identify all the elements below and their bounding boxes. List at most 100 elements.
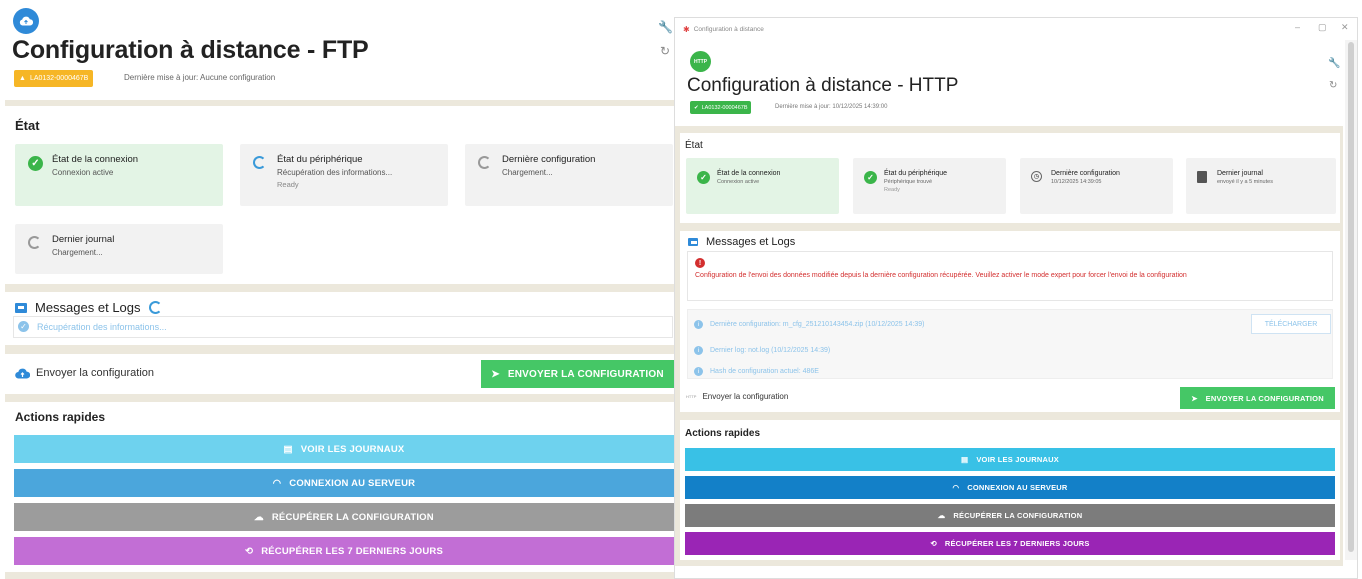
tile-extra: Ready	[884, 187, 900, 193]
device-chip: ▲ LA0132-0000467B	[14, 70, 94, 87]
etat-title: État	[685, 140, 703, 151]
info-row: ✓ Récupération des informations...	[18, 321, 167, 332]
info-text: Hash de configuration actuel: 486E	[710, 368, 819, 375]
tile-title: Dernier journal	[1217, 170, 1263, 177]
window-title: Configuration à distance	[693, 25, 764, 33]
tile-device-status: ✓ État du périphérique Périphérique trou…	[853, 158, 1006, 214]
send-icon: ➤	[491, 368, 500, 380]
document-icon: ▤	[961, 455, 969, 464]
http-mini-badge: HTTP	[686, 394, 697, 399]
fetch-config-button[interactable]: ☁ RÉCUPÉRER LA CONFIGURATION	[685, 504, 1335, 527]
ftp-panel: Configuration à distance - FTP ▲ LA0132-…	[0, 0, 682, 579]
quick-actions-section: Actions rapides ▤ VOIR LES JOURNAUX ◠ CO…	[5, 402, 679, 572]
tile-title: État du périphérique	[884, 170, 948, 177]
tile-last-log: Dernier journal Chargement...	[15, 224, 223, 274]
button-label: VOIR LES JOURNAUX	[976, 455, 1059, 464]
button-label: CONNEXION AU SERVEUR	[967, 483, 1068, 492]
tile-connection-status: ✓ État de la connexion Connexion active	[15, 144, 223, 206]
tile-extra: Ready	[277, 180, 299, 189]
check-circle-icon: ✓	[18, 321, 29, 332]
view-logs-button[interactable]: ▤ VOIR LES JOURNAUX	[14, 435, 674, 463]
cloud-download-icon: ☁	[254, 511, 264, 523]
tile-title: État de la connexion	[717, 170, 781, 177]
view-logs-button[interactable]: ▤ VOIR LES JOURNAUX	[685, 448, 1335, 471]
scrollbar[interactable]	[1345, 40, 1357, 560]
document-icon: ▤	[283, 443, 293, 455]
loading-spinner-icon	[28, 236, 41, 249]
tile-title: Dernier journal	[52, 234, 115, 245]
error-alert: ! Configuration de l'envoi des données m…	[687, 251, 1333, 301]
tile-last-log: Dernier journal envoyé il y a 5 minutes	[1186, 158, 1336, 214]
connect-server-button[interactable]: ◠ CONNEXION AU SERVEUR	[685, 476, 1335, 499]
error-icon: !	[695, 258, 705, 268]
info-icon: i	[694, 320, 703, 329]
info-row: i Dernière configuration: m_cfg_25121014…	[694, 320, 924, 329]
send-label-text: Envoyer la configuration	[36, 367, 155, 379]
wifi-icon: ◠	[272, 477, 282, 489]
info-row: i Hash de configuration actuel: 486E	[694, 367, 819, 376]
etat-section: État ✓ État de la connexion Connexion ac…	[5, 106, 679, 284]
info-row: i Dernier log: not.log (10/12/2025 14:39…	[694, 346, 830, 355]
tile-subtitle: Chargement...	[52, 248, 103, 257]
tile-title: État de la connexion	[52, 154, 139, 165]
quick-actions-title: Actions rapides	[685, 428, 761, 439]
tile-subtitle: Connexion active	[717, 179, 760, 185]
loading-spinner-icon	[478, 156, 491, 169]
cloud-icon	[13, 8, 39, 34]
error-text: Configuration de l'envoi des données mod…	[695, 272, 1187, 279]
tile-subtitle: Chargement...	[502, 168, 553, 177]
message-icon	[688, 238, 698, 246]
etat-title: État	[15, 118, 40, 133]
button-label: CONNEXION AU SERVEUR	[289, 477, 416, 489]
messages-section: Messages et Logs ✓ Récupération des info…	[5, 292, 679, 345]
connect-server-button[interactable]: ◠ CONNEXION AU SERVEUR	[14, 469, 674, 497]
info-text: Récupération des informations...	[37, 321, 167, 332]
send-label: Envoyer la configuration	[15, 367, 154, 379]
tile-title: Dernière configuration	[1051, 170, 1120, 177]
maximize-icon[interactable]: ▢	[1318, 22, 1327, 33]
tile-device-status: État du périphérique Récupération des in…	[240, 144, 448, 206]
tile-title: État du périphérique	[277, 154, 363, 165]
send-section: HTTP Envoyer la configuration ➤ ENVOYER …	[680, 384, 1340, 412]
wrench-icon[interactable]: 🔧	[1328, 58, 1340, 69]
check-circle-icon: ✓	[864, 171, 877, 184]
wrench-icon[interactable]: 🔧	[658, 20, 673, 34]
messages-header: Messages et Logs	[688, 236, 795, 248]
tile-connection-status: ✓ État de la connexion Connexion active	[686, 158, 839, 214]
etat-section: État ✓ État de la connexion Connexion ac…	[680, 133, 1340, 223]
refresh-icon[interactable]: ↻	[660, 44, 670, 58]
warning-icon: ▲	[19, 75, 26, 82]
tile-last-config: ◷ Dernière configuration 10/12/2025 14:3…	[1020, 158, 1173, 214]
device-chip-label: LA0132-0000467B	[29, 75, 89, 82]
fetch-config-button[interactable]: ☁ RÉCUPÉRER LA CONFIGURATION	[14, 503, 674, 531]
info-text: Dernière configuration: m_cfg_2512101434…	[710, 321, 925, 328]
download-button[interactable]: TÉLÉCHARGER	[1251, 314, 1331, 334]
messages-header: Messages et Logs	[15, 300, 162, 315]
app-icon: ✱	[683, 24, 690, 34]
quick-actions-section: Actions rapides ▤ VOIR LES JOURNAUX ◠ CO…	[680, 420, 1340, 560]
messages-section: Messages et Logs ! Configuration de l'en…	[680, 231, 1340, 384]
messages-title: Messages et Logs	[35, 300, 141, 315]
tile-subtitle: Connexion active	[52, 168, 114, 177]
tile-subtitle: Récupération des informations...	[277, 168, 393, 177]
fetch-7-days-button[interactable]: ⟲ RÉCUPÉRER LES 7 DERNIERS JOURS	[14, 537, 674, 565]
check-circle-icon: ✓	[697, 171, 710, 184]
message-icon	[15, 302, 27, 313]
send-config-button[interactable]: ➤ ENVOYER LA CONFIGURATION	[1180, 387, 1335, 409]
minimize-icon[interactable]: –	[1295, 22, 1300, 32]
tile-subtitle: 10/12/2025 14:39:05	[1051, 179, 1102, 185]
document-icon	[1197, 171, 1207, 183]
loading-spinner-icon	[148, 301, 162, 314]
tile-subtitle: envoyé il y a 5 minutes	[1217, 179, 1273, 185]
close-icon[interactable]: ✕	[1341, 22, 1349, 33]
quick-actions-title: Actions rapides	[15, 410, 106, 424]
button-label: VOIR LES JOURNAUX	[300, 443, 405, 455]
refresh-icon[interactable]: ↻	[1329, 80, 1337, 91]
scrollbar-thumb[interactable]	[1348, 42, 1354, 552]
fetch-7-days-button[interactable]: ⟲ RÉCUPÉRER LES 7 DERNIERS JOURS	[685, 532, 1335, 555]
send-config-button[interactable]: ➤ ENVOYER LA CONFIGURATION	[481, 360, 674, 388]
button-label: RÉCUPÉRER LES 7 DERNIERS JOURS	[261, 545, 443, 557]
button-label: RÉCUPÉRER LES 7 DERNIERS JOURS	[944, 539, 1090, 548]
button-label: RÉCUPÉRER LA CONFIGURATION	[271, 511, 434, 523]
history-icon: ⟲	[245, 545, 254, 557]
